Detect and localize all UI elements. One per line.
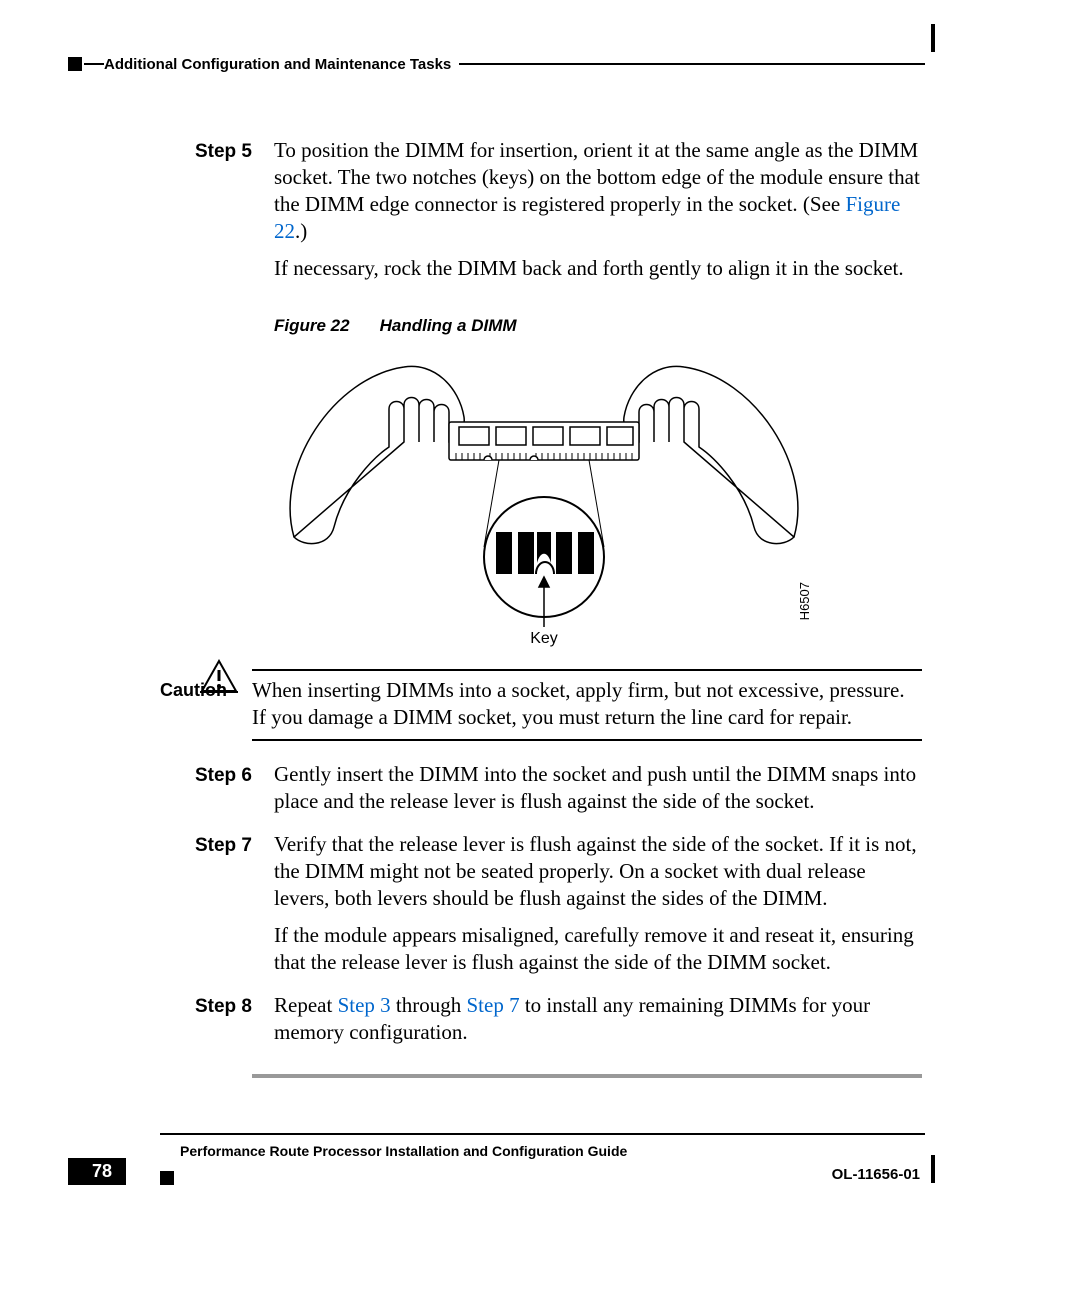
footer-book-title: Performance Route Processor Installation… <box>180 1143 627 1159</box>
step-7-para-1: Verify that the release lever is flush a… <box>274 831 922 912</box>
step-5-para-1-text-b: .) <box>295 219 307 243</box>
figure-22-title: Handling a DIMM <box>380 316 517 335</box>
figure-22-number: Figure 22 <box>274 316 380 335</box>
step-7-link[interactable]: Step 7 <box>466 993 519 1017</box>
step-5-para-1: To position the DIMM for insertion, orie… <box>274 137 922 245</box>
footer-square-marker <box>160 1171 174 1185</box>
step-8-text-b: through <box>391 993 467 1017</box>
header-square-marker <box>68 57 82 71</box>
page-number: 78 <box>68 1158 126 1185</box>
footer-rule <box>160 1133 925 1135</box>
caution-text: When inserting DIMMs into a socket, appl… <box>252 677 922 731</box>
figure-22-illustration: Key H6507 <box>274 347 814 647</box>
step-8-label: Step 8 <box>160 992 274 1056</box>
caution-rule-top <box>252 669 922 671</box>
step-6-label: Step 6 <box>160 761 274 825</box>
step-5: Step 5 To position the DIMM for insertio… <box>160 137 922 647</box>
figure-22-caption: Figure 22Handling a DIMM <box>274 312 922 339</box>
step-6-para-1: Gently insert the DIMM into the socket a… <box>274 761 922 815</box>
step-5-para-2: If necessary, rock the DIMM back and for… <box>274 255 922 282</box>
dimm-handling-icon: Key H6507 <box>274 347 814 647</box>
caution-rule-bottom <box>252 739 922 741</box>
step-7-label: Step 7 <box>160 831 274 986</box>
step-7-para-2: If the module appears misaligned, carefu… <box>274 922 922 976</box>
step-3-link[interactable]: Step 3 <box>338 993 391 1017</box>
step-5-label: Step 5 <box>160 137 274 647</box>
footer-doc-id: OL-11656-01 <box>832 1166 920 1183</box>
step-8: Step 8 Repeat Step 3 through Step 7 to i… <box>160 992 922 1056</box>
crop-mark-top-right <box>931 24 935 52</box>
figure-art-id: H6507 <box>797 582 812 620</box>
step-5-para-1-text-a: To position the DIMM for insertion, orie… <box>274 138 920 216</box>
procedure-end-rule <box>252 1074 922 1078</box>
figure-key-label: Key <box>530 630 558 647</box>
caution-icon <box>200 659 238 698</box>
crop-mark-bottom-right <box>931 1155 935 1183</box>
step-8-text-a: Repeat <box>274 993 338 1017</box>
step-8-para-1: Repeat Step 3 through Step 7 to install … <box>274 992 922 1046</box>
step-7: Step 7 Verify that the release lever is … <box>160 831 922 986</box>
running-header-title: Additional Configuration and Maintenance… <box>104 56 459 73</box>
step-6: Step 6 Gently insert the DIMM into the s… <box>160 761 922 825</box>
caution-block: Caution When inserting DIMMs into a sock… <box>160 669 922 741</box>
